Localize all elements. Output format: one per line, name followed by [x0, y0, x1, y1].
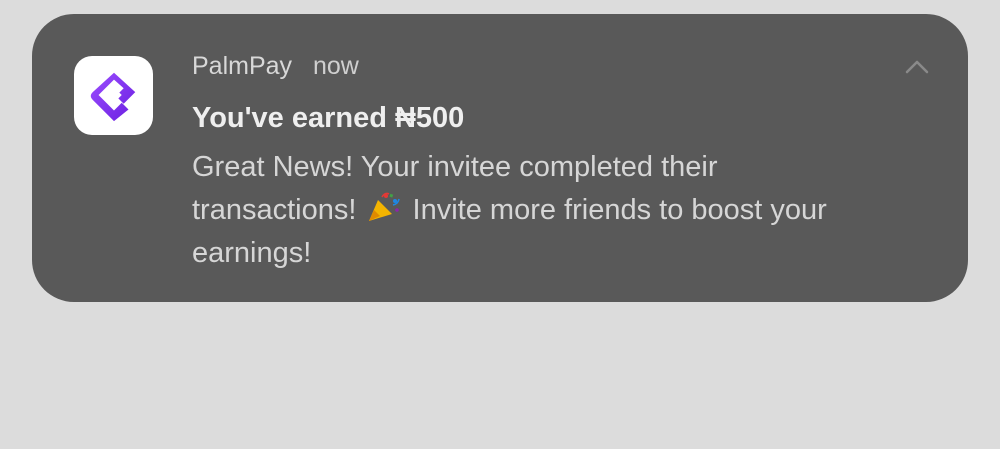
notification-header: PalmPay now: [192, 52, 359, 81]
collapse-button[interactable]: [902, 52, 932, 82]
body-line-3: earnings!: [192, 237, 312, 269]
palmpay-logo-icon: [74, 56, 153, 135]
body-line-1: Great News! Your invitee completed their: [192, 151, 718, 183]
notification-body: Great News! Your invitee completed their…: [192, 146, 922, 275]
body-line-2b: Invite more friends to boost your: [412, 194, 827, 226]
app-name: PalmPay: [192, 52, 293, 80]
timestamp: now: [313, 52, 359, 80]
notification-card[interactable]: PalmPay now You've earned ₦500 Great New…: [32, 14, 968, 302]
notification-title: You've earned ₦500: [192, 102, 465, 134]
party-popper-icon: [369, 192, 401, 221]
chevron-up-icon: [905, 60, 929, 74]
palmpay-logo-graphic: [90, 72, 135, 121]
body-line-2a: transactions!: [192, 194, 357, 226]
